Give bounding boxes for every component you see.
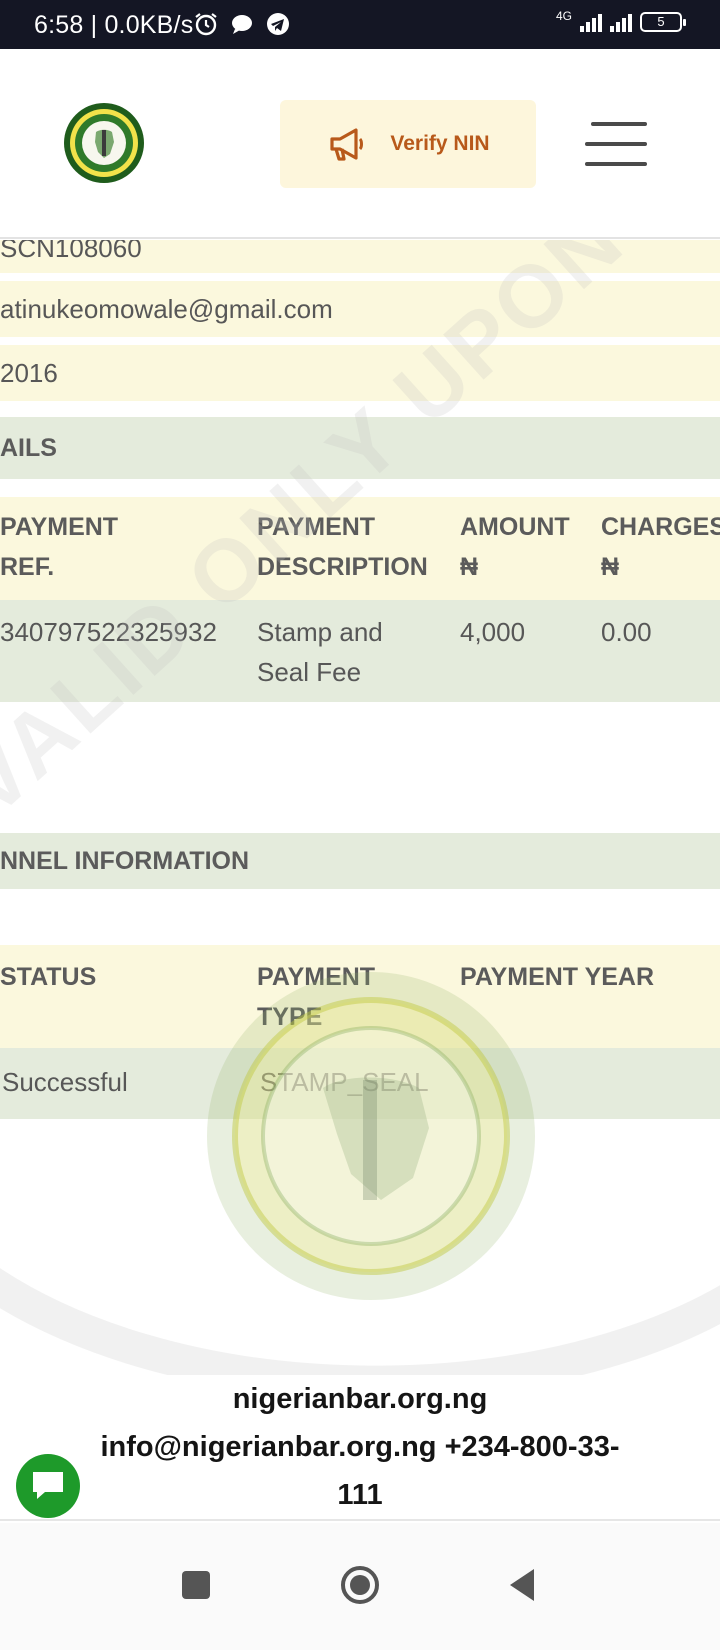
hamburger-menu-icon[interactable] xyxy=(585,122,647,166)
menu-line xyxy=(585,162,647,166)
status-system-icons: 4G 5 xyxy=(555,9,686,32)
payment-desc-cell-2: Seal Fee xyxy=(257,657,362,687)
col-amount-2: ₦ xyxy=(460,553,479,581)
battery-icon: 5 xyxy=(640,12,686,32)
telegram-icon xyxy=(267,13,289,35)
year-value: 2016 xyxy=(0,358,58,388)
payment-desc-cell-1: Stamp and xyxy=(257,617,383,647)
col-charges-1: CHARGES xyxy=(601,513,720,541)
app-header: Verify NIN xyxy=(0,49,720,239)
verify-nin-label: Verify NIN xyxy=(390,132,490,155)
scn-value: SCN108060 xyxy=(0,240,142,263)
chat-icon xyxy=(232,15,252,34)
footer-site-link[interactable]: nigerianbar.org.ng xyxy=(0,1375,720,1423)
channel-info-header: NNEL INFORMATION xyxy=(0,833,720,889)
menu-line xyxy=(585,142,647,146)
col-status: STATUS xyxy=(0,963,97,991)
payment-details-title: AILS xyxy=(0,434,57,462)
col-payment-ref-2: REF. xyxy=(0,553,55,581)
record-content: SCN108060 atinukeomowale@gmail.com 2016 … xyxy=(0,240,720,1385)
android-nav-bar xyxy=(0,1523,720,1650)
col-charges-2: ₦ xyxy=(601,553,620,581)
email-value: atinukeomowale@gmail.com xyxy=(0,294,333,324)
home-icon[interactable] xyxy=(338,1563,382,1607)
col-amount-1: AMOUNT xyxy=(460,513,570,541)
page-footer: nigerianbar.org.ng info@nigerianbar.org.… xyxy=(0,1375,720,1521)
status-time: 6:58 | 0.0KB/s xyxy=(34,11,194,39)
status-cell: Successful xyxy=(2,1067,128,1097)
nba-logo-icon[interactable] xyxy=(63,102,145,184)
col-payment-ref-1: PAYMENT xyxy=(0,513,119,541)
footer-contact-line1[interactable]: info@nigerianbar.org.ng +234-800-33- xyxy=(0,1423,720,1471)
megaphone-icon xyxy=(330,128,364,161)
charges-cell: 0.00 xyxy=(601,617,652,647)
back-icon[interactable] xyxy=(502,1563,546,1607)
amount-cell: 4,000 xyxy=(460,617,526,647)
recents-icon[interactable] xyxy=(174,1563,218,1607)
channel-info-title: NNEL INFORMATION xyxy=(0,847,250,875)
footer-contact-line2[interactable]: 111 xyxy=(0,1471,720,1519)
network-label: 4G xyxy=(555,9,572,23)
alarm-icon xyxy=(195,13,217,36)
menu-line xyxy=(591,122,647,126)
status-bar: 6:58 | 0.0KB/s 4G 5 xyxy=(0,0,720,49)
verify-nin-button[interactable]: Verify NIN xyxy=(280,100,536,188)
chat-widget-button[interactable] xyxy=(16,1454,80,1518)
status-notification-icons xyxy=(193,11,291,37)
chat-bubble-icon xyxy=(33,1472,63,1499)
signal-icon xyxy=(580,12,602,32)
nba-watermark-seal-icon xyxy=(207,972,535,1300)
signal-icon-2 xyxy=(610,12,632,32)
